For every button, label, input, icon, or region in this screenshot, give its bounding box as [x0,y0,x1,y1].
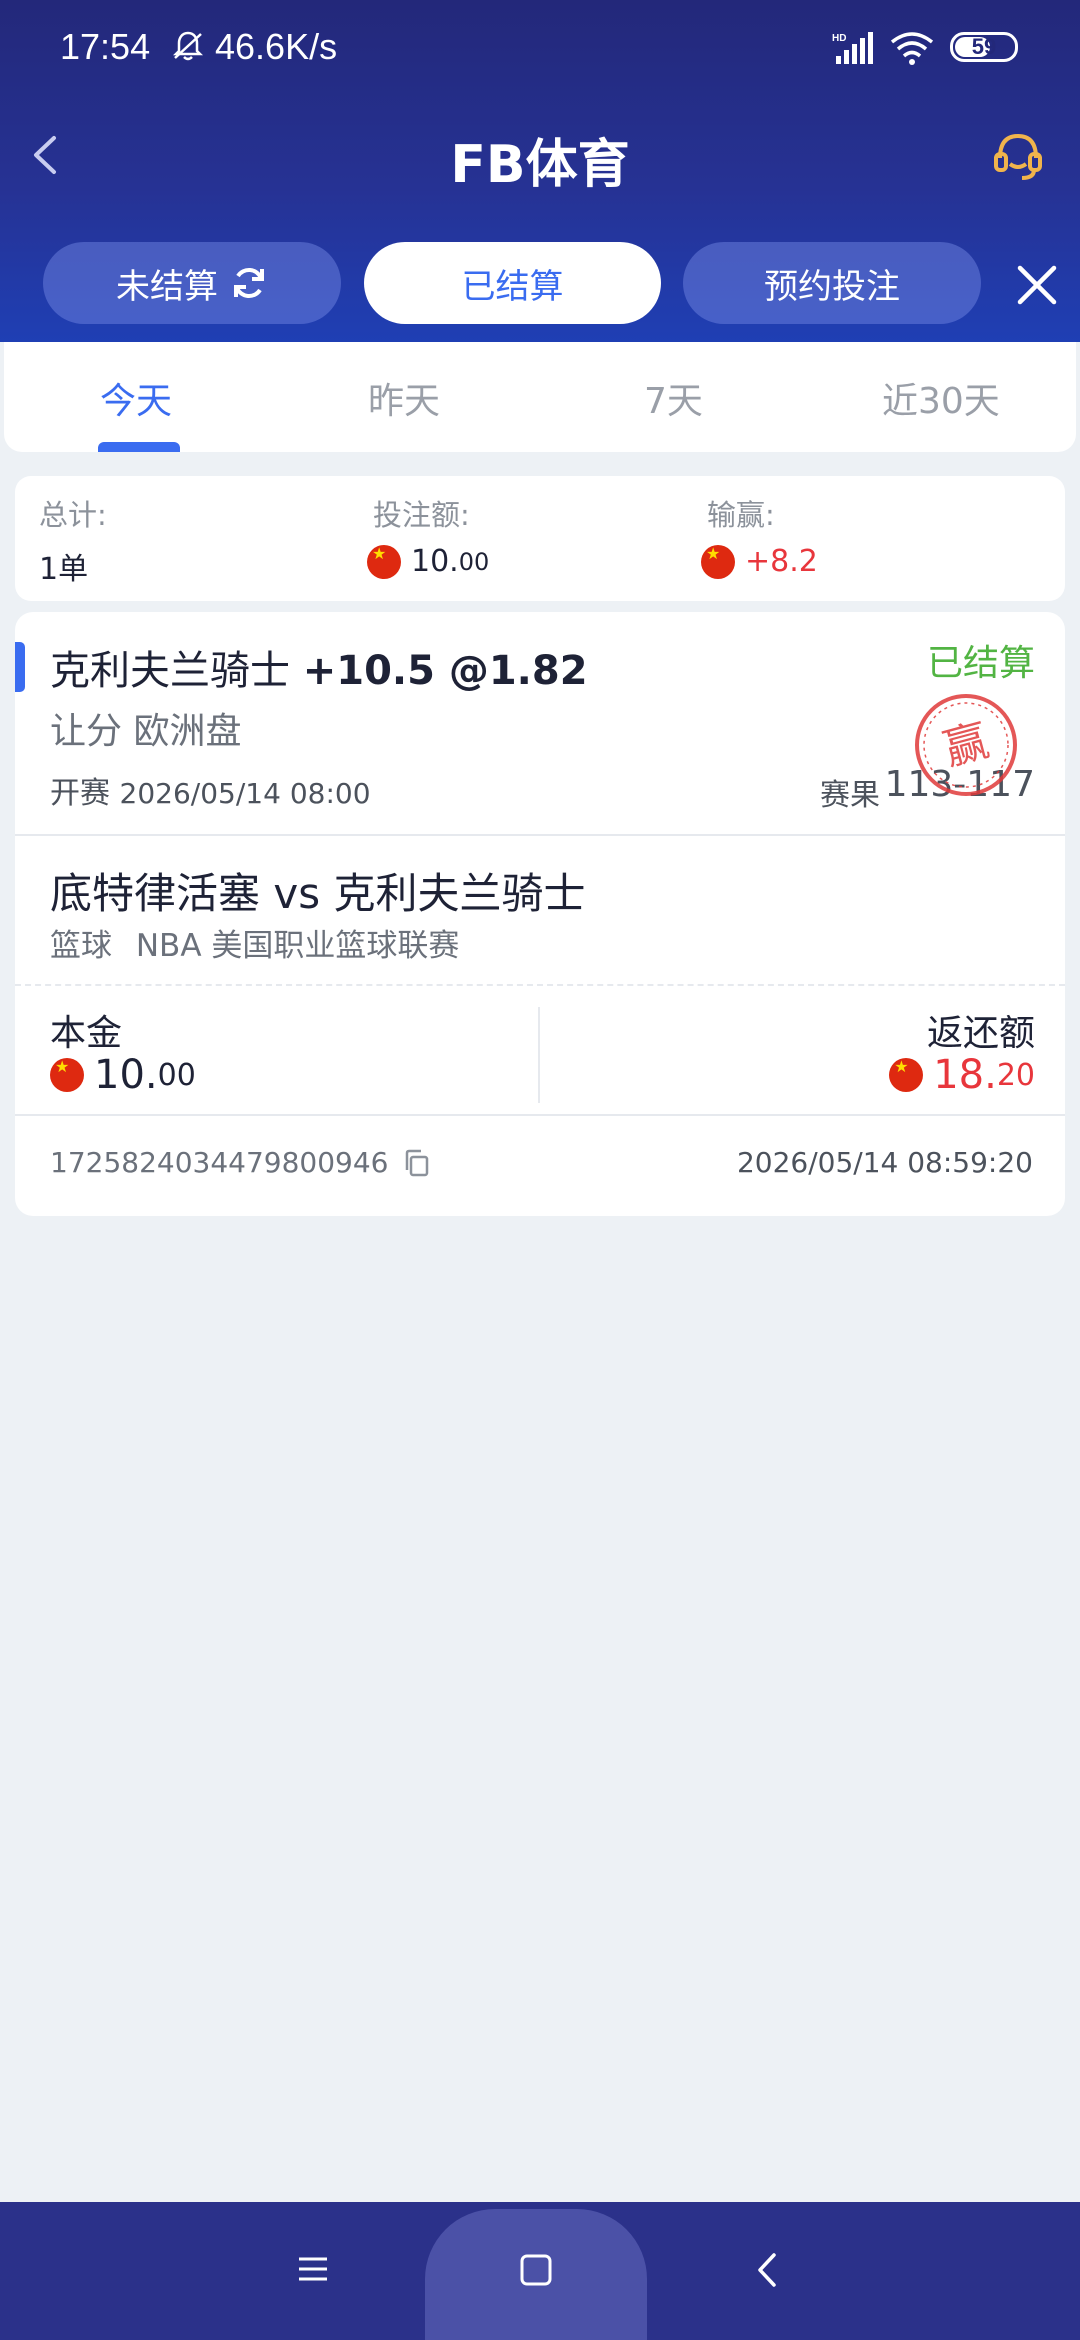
period-tab-30days[interactable]: 近30天 [882,372,1000,424]
stake-label: 投注额: [373,498,470,532]
bet-placed-time: 2026/05/14 08:59:20 [736,1146,1033,1179]
selection-odds: +10.5 @1.82 [302,648,588,694]
status-badge: 已结算 [926,643,1035,684]
order-id-row: 1725824034479800946 [50,1146,432,1179]
home-icon[interactable] [518,2252,554,2288]
page-title: FB体育 [450,135,630,195]
profit-amount: +8.2 [701,544,818,579]
score-label: 赛果 [820,778,880,813]
accent-bar [15,642,25,692]
copy-icon[interactable] [402,1148,432,1178]
bet-record-card[interactable]: 克利夫兰骑士 +10.5 @1.82 已结算 让分 欧洲盘 开赛 2026/05… [15,612,1065,1216]
app-header: 17:54 46.6K/s HD 59 FB体育 未结算 已结算 预约投注 [0,0,1080,342]
battery-level: 59 [971,34,997,59]
match-title: 底特律活塞 vs 克利夫兰骑士 [50,869,586,918]
kickoff-label: 开赛 [50,776,110,811]
network-speed: 46.6K/s [215,26,338,67]
bet-selection: 克利夫兰骑士 +10.5 @1.82 [50,638,588,696]
stake-amount: 10.00 [367,544,489,579]
return-amount: 18.20 [889,1052,1035,1098]
sport-name: 篮球 [50,928,112,964]
principal-int: 10. [94,1052,158,1098]
kickoff-info: 开赛 2026/05/14 08:00 [50,768,371,812]
tab-reserved-bets-label: 预约投注 [764,266,900,307]
tab-unsettled[interactable]: 未结算 [43,242,341,324]
status-time: 17:54 [60,26,151,67]
principal-amount: 10.00 [50,1052,196,1098]
principal-dec: 00 [157,1057,196,1093]
tab-settled[interactable]: 已结算 [364,242,661,324]
bet-status-tabs: 未结算 已结算 预约投注 [0,230,1080,342]
battery-icon: 59 [950,32,1018,62]
cny-flag-icon [50,1058,84,1092]
league-info: 篮球 NBA 美国职业篮球联赛 [50,920,459,965]
refresh-icon[interactable] [230,264,268,302]
profit-label: 输赢: [707,498,775,532]
menu-icon[interactable] [296,2252,330,2286]
principal-label: 本金 [50,1013,123,1054]
win-stamp-icon: 赢 [915,694,1017,796]
return-label: 返还额 [926,1013,1035,1054]
close-icon[interactable] [1012,260,1062,310]
system-nav-bar [0,2202,1080,2340]
tab-unsettled-label: 未结算 [116,266,218,307]
status-bar: 17:54 46.6K/s HD 59 [0,0,1080,96]
return-dec: 20 [996,1057,1035,1093]
cny-flag-icon [701,544,735,579]
back-icon[interactable] [750,2250,784,2290]
win-stamp-text: 赢 [938,715,994,776]
period-tab-7days[interactable]: 7天 [644,372,703,424]
return-int: 18. [933,1052,997,1098]
summary-card: 总计: 1单 投注额: 10.00 输赢: +8.2 [15,476,1065,601]
total-value: 1单 [39,552,89,587]
mute-bell-icon [172,31,204,61]
svg-text:HD: HD [832,33,846,44]
selection-team: 克利夫兰骑士 [50,648,290,694]
customer-service-icon[interactable] [990,128,1046,184]
divider [538,1007,540,1103]
market-type: 让分 欧洲盘 [50,711,242,752]
stake-dec: 00 [458,547,490,576]
cny-flag-icon [367,544,401,579]
league-name: NBA 美国职业篮球联赛 [135,928,460,964]
divider [15,984,1065,986]
cny-flag-icon [889,1058,924,1092]
order-id: 1725824034479800946 [50,1146,389,1179]
divider [15,1114,1065,1116]
wifi-icon [890,32,934,65]
profit-value: +8.2 [745,544,818,579]
tab-settled-label: 已结算 [461,266,564,307]
period-tabs: 今天 昨天 7天 近30天 [4,342,1076,452]
signal-icon: HD [832,32,873,64]
stake-int: 10. [411,544,459,579]
period-tab-yesterday[interactable]: 昨天 [368,372,440,424]
divider [15,834,1065,836]
total-label: 总计: [39,498,107,532]
tab-reserved-bets[interactable]: 预约投注 [683,242,981,324]
period-tab-today[interactable]: 今天 [100,372,172,424]
kickoff-time: 2026/05/14 08:00 [119,777,371,810]
active-tab-indicator [98,442,180,452]
